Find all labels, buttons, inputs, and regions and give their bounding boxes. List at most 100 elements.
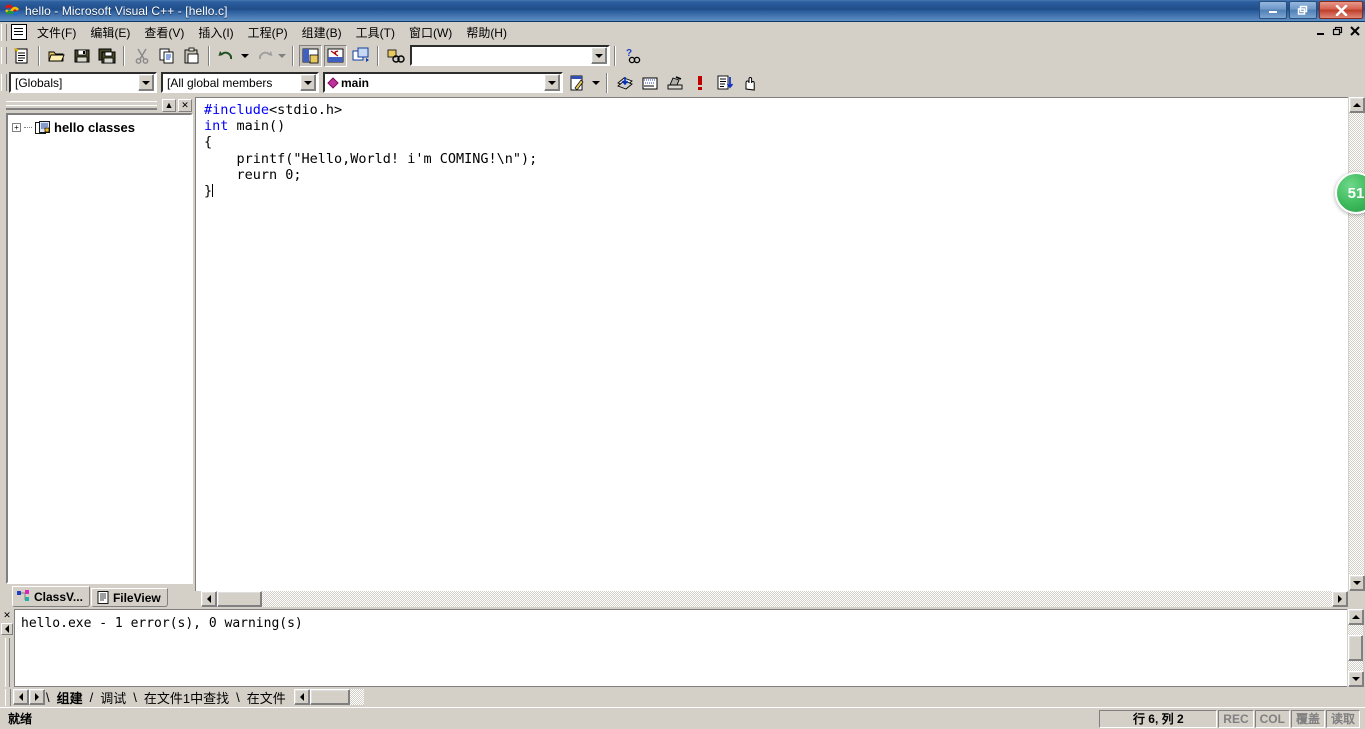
code-line: printf("Hello,World! i'm COMING!\n"); — [204, 151, 1348, 167]
output-tab-build[interactable]: 组建 — [51, 688, 89, 706]
window-list-icon[interactable] — [349, 45, 372, 67]
output-collapse-button[interactable] — [1, 623, 13, 635]
workspace-collapse-button[interactable]: ▲ — [162, 99, 176, 112]
menu-view[interactable]: 查看(V) — [137, 22, 191, 43]
workspace-drag-grip[interactable] — [6, 101, 157, 110]
menu-project[interactable]: 工程(P) — [241, 22, 295, 43]
menu-insert[interactable]: 插入(I) — [191, 22, 240, 43]
menu-bar: 文件(F) 编辑(E) 查看(V) 插入(I) 工程(P) 组建(B) 工具(T) 窗口(W)… — [0, 22, 1365, 43]
class-combo-dropdown[interactable] — [138, 74, 154, 91]
wizardbar-grip[interactable] — [1, 74, 7, 91]
text-caret — [212, 184, 214, 198]
go-debug-icon[interactable] — [738, 72, 761, 94]
cut-icon[interactable] — [130, 45, 153, 67]
scroll-right-button[interactable] — [1332, 591, 1348, 607]
menu-edit[interactable]: 编辑(E) — [83, 22, 137, 43]
context-help-icon[interactable]: ? — [621, 45, 644, 67]
menu-help[interactable]: 帮助(H) — [459, 22, 514, 43]
mdi-close-button[interactable] — [1347, 24, 1363, 38]
classview-icon — [17, 590, 31, 603]
new-text-file-icon[interactable] — [10, 45, 33, 67]
wizardbar-action-icon[interactable] — [566, 72, 589, 94]
save-all-icon[interactable] — [95, 45, 118, 67]
output-left-gutter: ✕ — [0, 609, 14, 687]
output-tabs-next-button[interactable] — [29, 689, 45, 705]
restore-button[interactable] — [1289, 1, 1317, 19]
scroll-up-button[interactable] — [1349, 97, 1365, 113]
output-close-button[interactable]: ✕ — [1, 610, 13, 622]
copy-icon[interactable] — [155, 45, 178, 67]
output-text[interactable]: hello.exe - 1 error(s), 0 warning(s) — [14, 609, 1347, 687]
output-vertical-scroll-thumb[interactable] — [1348, 635, 1363, 661]
output-hscroll-track[interactable] — [349, 689, 364, 705]
editor-horizontal-scrollbar[interactable] — [195, 591, 1364, 607]
paste-icon[interactable] — [180, 45, 203, 67]
status-message: 就绪 — [8, 712, 33, 726]
stop-build-icon[interactable] — [688, 72, 711, 94]
redo-icon[interactable] — [252, 45, 275, 67]
output-tab-find2[interactable]: 在文件 — [241, 688, 292, 706]
horizontal-scroll-track[interactable] — [262, 591, 1332, 607]
members-combo[interactable]: [All global members — [161, 72, 319, 93]
function-combo[interactable]: main — [323, 72, 563, 93]
standard-toolbar-grip[interactable] — [1, 47, 7, 64]
output-hscroll-thumb[interactable] — [309, 689, 350, 705]
horizontal-scroll-thumb[interactable] — [217, 591, 262, 607]
wizardbar-dropdown-arrow[interactable] — [590, 72, 602, 94]
output-tabs-prev-button[interactable] — [13, 689, 29, 705]
scroll-down-button[interactable] — [1349, 575, 1365, 591]
mdi-minimize-button[interactable] — [1313, 24, 1329, 38]
output-scroll-down-button[interactable] — [1348, 671, 1364, 687]
compile-icon[interactable] — [613, 72, 636, 94]
function-combo-dropdown[interactable] — [544, 74, 560, 91]
editor-row: #include<stdio.h> int main(){ printf("Hel… — [195, 97, 1365, 591]
output-scroll-up-button[interactable] — [1348, 609, 1364, 625]
open-folder-icon[interactable] — [45, 45, 68, 67]
output-vertical-scroll-track[interactable] — [1348, 625, 1363, 635]
output-tab-find1[interactable]: 在文件1中查找 — [138, 688, 235, 706]
members-combo-dropdown[interactable] — [300, 74, 316, 91]
tab-classview[interactable]: ClassV... — [12, 586, 90, 607]
workspace-close-button[interactable]: ✕ — [178, 99, 192, 112]
find-combo[interactable] — [410, 45, 610, 66]
execute-program-icon[interactable] — [713, 72, 736, 94]
undo-dropdown-arrow[interactable] — [239, 45, 251, 67]
scroll-left-button[interactable] — [201, 591, 217, 607]
document-system-menu-icon[interactable] — [11, 24, 27, 40]
mdi-restore-button[interactable] — [1330, 24, 1346, 38]
rebuild-all-icon[interactable] — [663, 72, 686, 94]
code-editor[interactable]: #include<stdio.h> int main(){ printf("Hel… — [195, 97, 1348, 591]
tab-fileview[interactable]: FileView — [90, 588, 168, 607]
redo-dropdown-arrow[interactable] — [276, 45, 288, 67]
menu-items: 文件(F) 编辑(E) 查看(V) 插入(I) 工程(P) 组建(B) 工具(T) 窗口(W)… — [30, 22, 514, 43]
menu-file[interactable]: 文件(F) — [30, 22, 83, 43]
output-window-icon[interactable] — [324, 44, 347, 67]
build-icon[interactable] — [638, 72, 661, 94]
menu-tools[interactable]: 工具(T) — [349, 22, 402, 43]
minimize-button[interactable] — [1259, 1, 1287, 19]
output-drag-grip[interactable] — [4, 638, 10, 687]
close-button[interactable] — [1319, 1, 1363, 19]
output-vertical-scroll-track-lower[interactable] — [1348, 661, 1363, 671]
menu-build[interactable]: 组建(B) — [295, 22, 349, 43]
undo-icon[interactable] — [215, 45, 238, 67]
output-tab-debug[interactable]: 调试 — [94, 688, 132, 706]
output-row: ✕ hello.exe - 1 error(s), 0 warning(s) — [0, 609, 1364, 687]
output-tabs-grip[interactable] — [5, 688, 11, 706]
menu-drag-grip[interactable] — [1, 23, 7, 41]
find-dropdown-button[interactable] — [591, 47, 607, 64]
output-hscroll-left-button[interactable] — [293, 689, 310, 705]
save-icon[interactable] — [70, 45, 93, 67]
menu-window[interactable]: 窗口(W) — [402, 22, 459, 43]
find-in-files-icon[interactable] — [384, 45, 407, 67]
classview-tree[interactable]: + hello classes — [6, 113, 193, 584]
output-vertical-scrollbar[interactable] — [1347, 609, 1364, 687]
class-combo[interactable]: [Globals] — [9, 72, 157, 93]
tree-item-hello-classes[interactable]: + hello classes — [10, 119, 189, 136]
code-line: reurn 0; — [204, 167, 1348, 183]
workspace-window-icon[interactable] — [299, 44, 322, 67]
toolbar-separator — [123, 45, 125, 66]
workspace-tab-label: FileView — [112, 590, 161, 605]
tree-expander-icon[interactable]: + — [12, 123, 21, 132]
output-tabs-row: \ 组建 / 调试 \ 在文件1中查找 \ 在文件 — [0, 687, 1363, 707]
